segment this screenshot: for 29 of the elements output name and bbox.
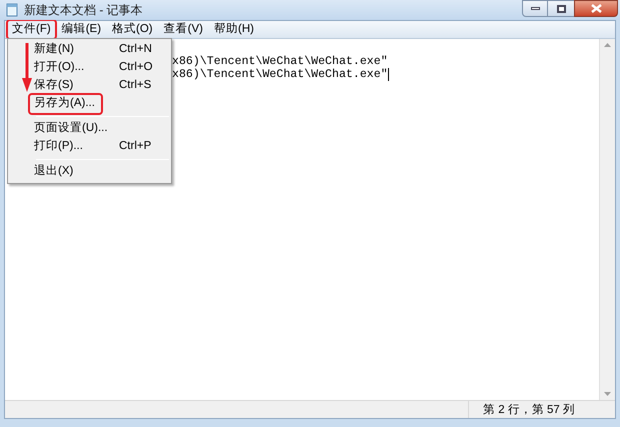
menu-bar-item[interactable]: 查看(V) <box>160 21 207 38</box>
scrollbar[interactable] <box>599 39 615 400</box>
menu-item[interactable]: 另存为(A)... <box>30 95 101 113</box>
maximize-button[interactable] <box>548 0 574 17</box>
text-line: x86)\Tencent\WeChat\WeChat.exe" <box>172 55 388 68</box>
menu-bar-item[interactable]: 格式(O) <box>108 21 157 38</box>
menu-bar-item[interactable]: 文件(F) <box>8 21 55 38</box>
close-button[interactable] <box>574 0 618 17</box>
up-arrow-icon <box>604 43 611 47</box>
cursor-position: 第 2 行，第 57 列 <box>482 402 575 418</box>
close-icon <box>590 4 602 13</box>
down-arrow-icon <box>604 392 611 396</box>
menu-item[interactable]: 打开(O)... Ctrl+O <box>8 59 171 77</box>
menu-item[interactable]: 新建(N) Ctrl+N <box>8 41 171 59</box>
annotation-arrow <box>22 42 32 92</box>
minimize-button[interactable] <box>522 0 548 17</box>
window-title: 新建文本文档 - 记事本 <box>24 2 143 19</box>
notepad-icon <box>5 3 19 17</box>
menu-bar-item[interactable]: 帮助(H) <box>210 21 258 38</box>
menu-bar-item[interactable]: 编辑(E) <box>58 21 106 38</box>
menu-item[interactable]: 打印(P)... Ctrl+P <box>8 138 171 156</box>
shortcut-text: Ctrl+N <box>119 42 153 58</box>
menu-item[interactable]: 退出(X) <box>8 163 171 181</box>
text-line: x86)\Tencent\WeChat\WeChat.exe" <box>172 68 388 81</box>
shortcut-text: Ctrl+P <box>119 139 152 154</box>
shortcut-text: Ctrl+S <box>119 78 152 94</box>
menu-item[interactable]: 保存(S) Ctrl+S <box>8 77 171 95</box>
menu-item[interactable]: 页面设置(U)... <box>8 120 171 138</box>
shortcut-text: Ctrl+O <box>119 60 154 76</box>
